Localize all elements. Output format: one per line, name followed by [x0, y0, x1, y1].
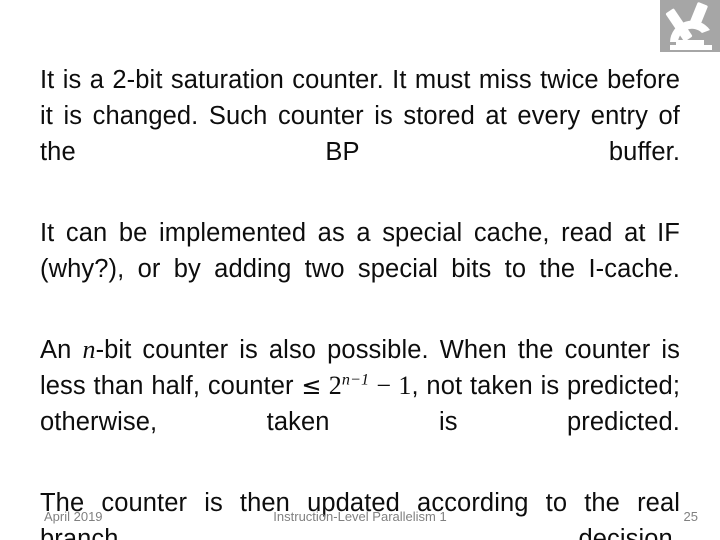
less-than-or-equal-symbol: ≤ [301, 372, 322, 400]
math-base: 2 [328, 371, 342, 400]
bullet-3: An n-bit counter is also possible. When … [40, 332, 680, 476]
slide-footer: April 2019 Instruction-Level Parallelism… [0, 505, 720, 529]
bullet-2: It can be implemented as a special cache… [40, 219, 680, 283]
variable-n: n [82, 335, 96, 364]
bullet-1: It is a 2-bit saturation counter. It mus… [40, 66, 680, 166]
bullet-3-lead: An [40, 336, 83, 364]
slide-body: It is a 2-bit saturation counter. It mus… [40, 62, 680, 540]
microscope-logo [660, 0, 720, 52]
slide-canvas: It is a 2-bit saturation counter. It mus… [0, 0, 720, 540]
footer-page-number: 25 [683, 509, 698, 524]
math-exponent: n−1 [341, 371, 370, 389]
math-tail: − 1 [376, 371, 412, 400]
math-expression: ≤ 2n−1 − 1 [301, 371, 411, 400]
